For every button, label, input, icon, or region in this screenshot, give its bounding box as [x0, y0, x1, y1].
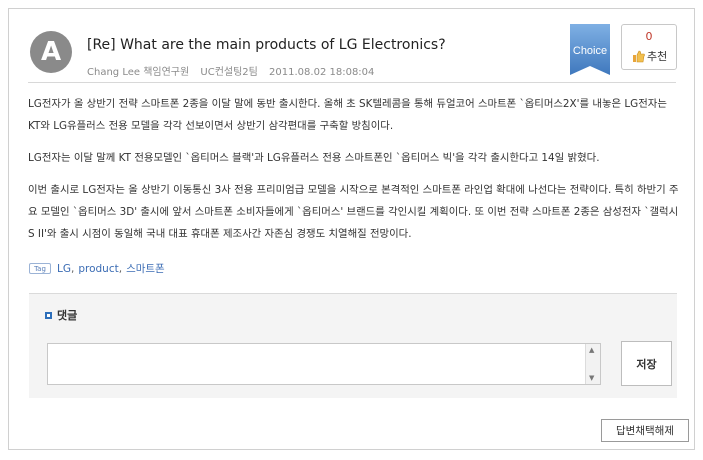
avatar: A [30, 31, 72, 73]
avatar-letter: A [40, 37, 62, 67]
body-paragraph: LG전자는 이달 말께 KT 전용모델인 `옵티머스 블랙'과 LG유플러스 전… [28, 152, 600, 164]
comment-scrollbar[interactable]: ▲ ▼ [585, 344, 600, 384]
recommend-count: 0 [645, 30, 653, 43]
body-paragraph: 이번 출시로 LG전자는 올 상반기 이동통신 3사 전용 프리미엄급 모델을 … [28, 184, 679, 240]
post-meta: Chang Lee 책임연구원 UC컨설팅2팀 2011.08.02 18:08… [87, 63, 382, 78]
thumbs-up-icon [633, 50, 645, 62]
bullet-icon [45, 311, 52, 319]
recommend-button[interactable]: 0 추천 [621, 24, 677, 70]
comment-box: 댓글 ▲ ▼ 저장 [29, 293, 677, 398]
post-datetime: 2011.08.02 18:08:04 [269, 67, 375, 78]
comment-input[interactable]: ▲ ▼ [47, 343, 601, 385]
author-team: UC컨설팅2팀 [200, 67, 258, 78]
tag-link[interactable]: 스마트폰 [126, 261, 165, 276]
scroll-down-icon[interactable]: ▼ [589, 374, 594, 382]
tag-link[interactable]: product [78, 263, 118, 275]
answer-card: A [Re] What are the main products of LG … [8, 8, 695, 450]
choice-ribbon-icon: Choice [570, 24, 610, 75]
tag-link[interactable]: LG [57, 263, 71, 275]
save-button[interactable]: 저장 [621, 341, 672, 386]
choice-badge: Choice [570, 24, 610, 75]
divider [28, 82, 676, 83]
comment-label: 댓글 [45, 307, 77, 323]
recommend-label: 추천 [647, 50, 668, 63]
scroll-up-icon[interactable]: ▲ [589, 346, 594, 354]
cancel-choice-button[interactable]: 답변채택해제 [601, 419, 689, 442]
post-title: [Re] What are the main products of LG El… [87, 37, 446, 53]
comment-label-text: 댓글 [57, 309, 78, 322]
author-name[interactable]: Chang Lee 책임연구원 [87, 67, 189, 78]
choice-text: Choice [573, 45, 607, 57]
post-body: LG전자가 올 상반기 전략 스마트폰 2종을 이달 말에 동반 출시한다. 올… [28, 93, 680, 255]
body-paragraph: LG전자가 올 상반기 전략 스마트폰 2종을 이달 말에 동반 출시한다. 올… [28, 98, 667, 132]
tag-icon: Tag [29, 263, 51, 274]
tag-list: Tag LG, product, 스마트폰 [29, 261, 165, 276]
